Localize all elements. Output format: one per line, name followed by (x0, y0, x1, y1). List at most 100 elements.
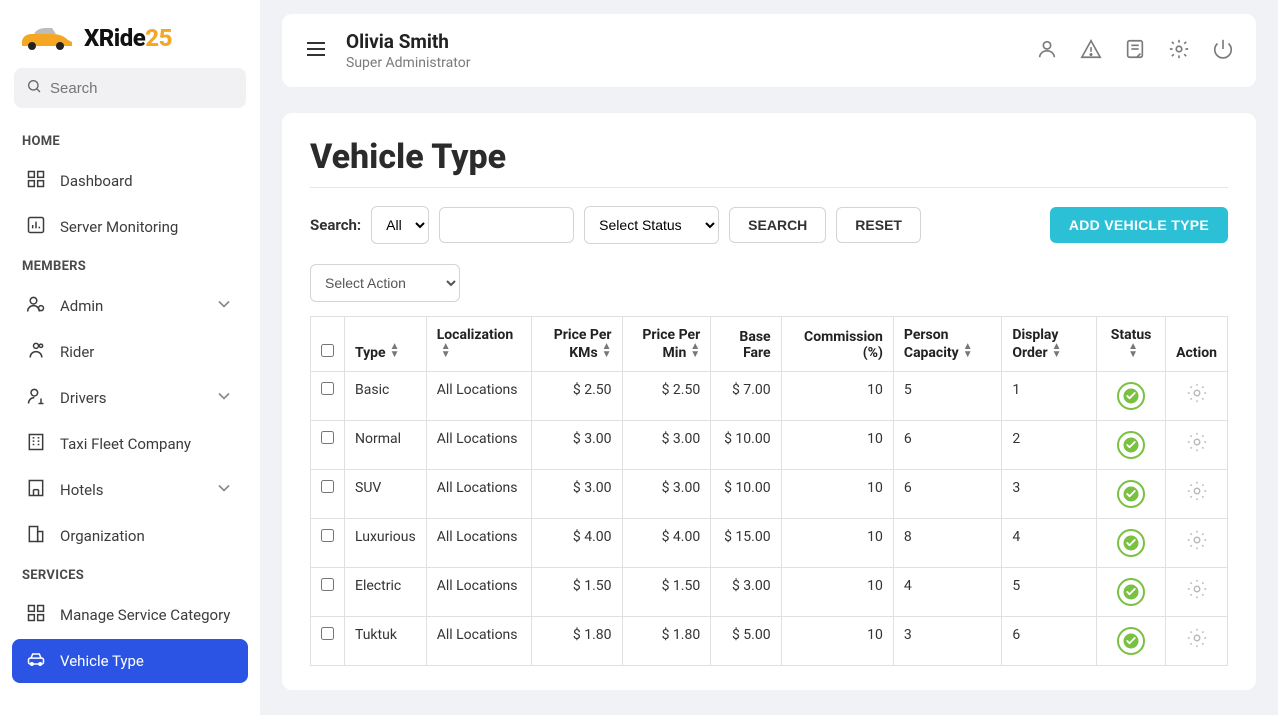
cell-base: $ 3.00 (711, 568, 781, 617)
th-label: Base Fare (739, 329, 770, 361)
row-action-gear-icon[interactable] (1186, 578, 1208, 600)
vehicle-type-table: Type▲▼ Localization▲▼ Price Per KMs▲▼ Pr… (310, 316, 1228, 666)
user-name: Olivia Smith (346, 30, 1018, 53)
person-icon[interactable] (1036, 38, 1058, 64)
table-header-type[interactable]: Type▲▼ (345, 317, 427, 372)
table-row: LuxuriousAll Locations$ 4.00$ 4.00$ 15.0… (311, 519, 1228, 568)
cell-ppmin: $ 1.50 (622, 568, 711, 617)
cell-base: $ 10.00 (711, 421, 781, 470)
cell-localization: All Locations (426, 519, 531, 568)
bulk-action-select[interactable]: Select Action (310, 264, 460, 302)
sidebar-item-hotels[interactable]: Hotels (12, 468, 248, 512)
cell-ppkms: $ 3.00 (531, 421, 622, 470)
sidebar-item-label: Rider (60, 343, 94, 361)
table-header-display-order[interactable]: Display Order▲▼ (1002, 317, 1097, 372)
status-active-icon[interactable] (1117, 627, 1145, 655)
cell-order: 4 (1002, 519, 1097, 568)
brand-logo[interactable]: XRide25 (8, 14, 252, 68)
status-active-icon[interactable] (1117, 382, 1145, 410)
note-icon[interactable] (1124, 38, 1146, 64)
cell-ppmin: $ 3.00 (622, 470, 711, 519)
sidebar: XRide25 HOME Dashboard Server Monitoring… (0, 0, 260, 715)
row-action-gear-icon[interactable] (1186, 480, 1208, 502)
sort-icon: ▲▼ (690, 343, 700, 359)
row-checkbox[interactable] (321, 578, 334, 591)
gear-icon[interactable] (1168, 38, 1190, 64)
sidebar-item-label: Dashboard (60, 172, 133, 190)
status-active-icon[interactable] (1117, 529, 1145, 557)
sidebar-item-dashboard[interactable]: Dashboard (12, 159, 248, 203)
warning-icon[interactable] (1080, 38, 1102, 64)
row-checkbox[interactable] (321, 627, 334, 640)
search-text-input[interactable] (439, 207, 574, 243)
search-button[interactable]: SEARCH (729, 207, 826, 243)
rider-icon (26, 340, 46, 364)
section-services: SERVICES (8, 560, 252, 591)
sidebar-item-rider[interactable]: Rider (12, 330, 248, 374)
table-header-price-per-kms[interactable]: Price Per KMs▲▼ (531, 317, 622, 372)
reset-button[interactable]: RESET (836, 207, 921, 243)
sidebar-item-admin[interactable]: Admin (12, 284, 248, 328)
table-header-localization[interactable]: Localization▲▼ (426, 317, 531, 372)
sidebar-item-label: Taxi Fleet Company (60, 435, 191, 453)
table-row: SUVAll Locations$ 3.00$ 3.00$ 10.001063 (311, 470, 1228, 519)
search-icon (26, 78, 42, 98)
cell-localization: All Locations (426, 568, 531, 617)
sidebar-item-label: Vehicle Type (60, 652, 144, 670)
cell-capacity: 6 (893, 470, 1001, 519)
search-field-select[interactable]: All (371, 206, 429, 244)
row-checkbox[interactable] (321, 431, 334, 444)
table-header-base-fare[interactable]: Base Fare (711, 317, 781, 372)
row-action-gear-icon[interactable] (1186, 431, 1208, 453)
grid-icon (26, 603, 46, 627)
hamburger-icon[interactable] (304, 37, 328, 65)
section-home: HOME (8, 126, 252, 157)
row-checkbox[interactable] (321, 480, 334, 493)
taxi-icon (26, 649, 46, 673)
sidebar-item-label: Admin (60, 297, 103, 315)
sidebar-search[interactable] (14, 68, 246, 108)
user-block: Olivia Smith Super Administrator (346, 30, 1018, 71)
row-checkbox[interactable] (321, 382, 334, 395)
cell-ppkms: $ 3.00 (531, 470, 622, 519)
sidebar-item-taxi-fleet[interactable]: Taxi Fleet Company (12, 422, 248, 466)
select-all-checkbox[interactable] (321, 344, 334, 357)
table-header-capacity[interactable]: Person Capacity▲▼ (893, 317, 1001, 372)
sidebar-search-input[interactable] (50, 80, 234, 97)
chevron-down-icon (214, 478, 234, 502)
sidebar-item-drivers[interactable]: Drivers (12, 376, 248, 420)
status-select[interactable]: Select Status (584, 206, 719, 244)
power-icon[interactable] (1212, 38, 1234, 64)
topbar: Olivia Smith Super Administrator (282, 14, 1256, 87)
table-header-commission[interactable]: Commission (%) (781, 317, 893, 372)
table-header-selectall[interactable] (311, 317, 345, 372)
sort-icon: ▲▼ (441, 343, 451, 359)
row-checkbox[interactable] (321, 529, 334, 542)
sidebar-item-organization[interactable]: Organization (12, 514, 248, 558)
user-role: Super Administrator (346, 55, 1018, 71)
cell-type: Luxurious (345, 519, 427, 568)
cell-ppkms: $ 4.00 (531, 519, 622, 568)
sort-icon: ▲▼ (1052, 343, 1062, 359)
cell-order: 5 (1002, 568, 1097, 617)
building-icon (26, 432, 46, 456)
table-header-price-per-min[interactable]: Price Per Min▲▼ (622, 317, 711, 372)
row-action-gear-icon[interactable] (1186, 627, 1208, 649)
row-action-gear-icon[interactable] (1186, 529, 1208, 551)
sort-icon: ▲▼ (1128, 343, 1138, 359)
sidebar-item-label: Server Monitoring (60, 218, 178, 236)
sidebar-item-server-monitoring[interactable]: Server Monitoring (12, 205, 248, 249)
drivers-icon (26, 386, 46, 410)
cell-ppkms: $ 2.50 (531, 372, 622, 421)
table-row: NormalAll Locations$ 3.00$ 3.00$ 10.0010… (311, 421, 1228, 470)
status-active-icon[interactable] (1117, 578, 1145, 606)
status-active-icon[interactable] (1117, 431, 1145, 459)
table-row: TuktukAll Locations$ 1.80$ 1.80$ 5.00103… (311, 617, 1228, 666)
cell-order: 6 (1002, 617, 1097, 666)
table-header-status[interactable]: Status▲▼ (1097, 317, 1166, 372)
sidebar-item-vehicle-type[interactable]: Vehicle Type (12, 639, 248, 683)
row-action-gear-icon[interactable] (1186, 382, 1208, 404)
add-vehicle-type-button[interactable]: ADD VEHICLE TYPE (1050, 207, 1228, 243)
status-active-icon[interactable] (1117, 480, 1145, 508)
sidebar-item-manage-service-category[interactable]: Manage Service Category (12, 593, 248, 637)
